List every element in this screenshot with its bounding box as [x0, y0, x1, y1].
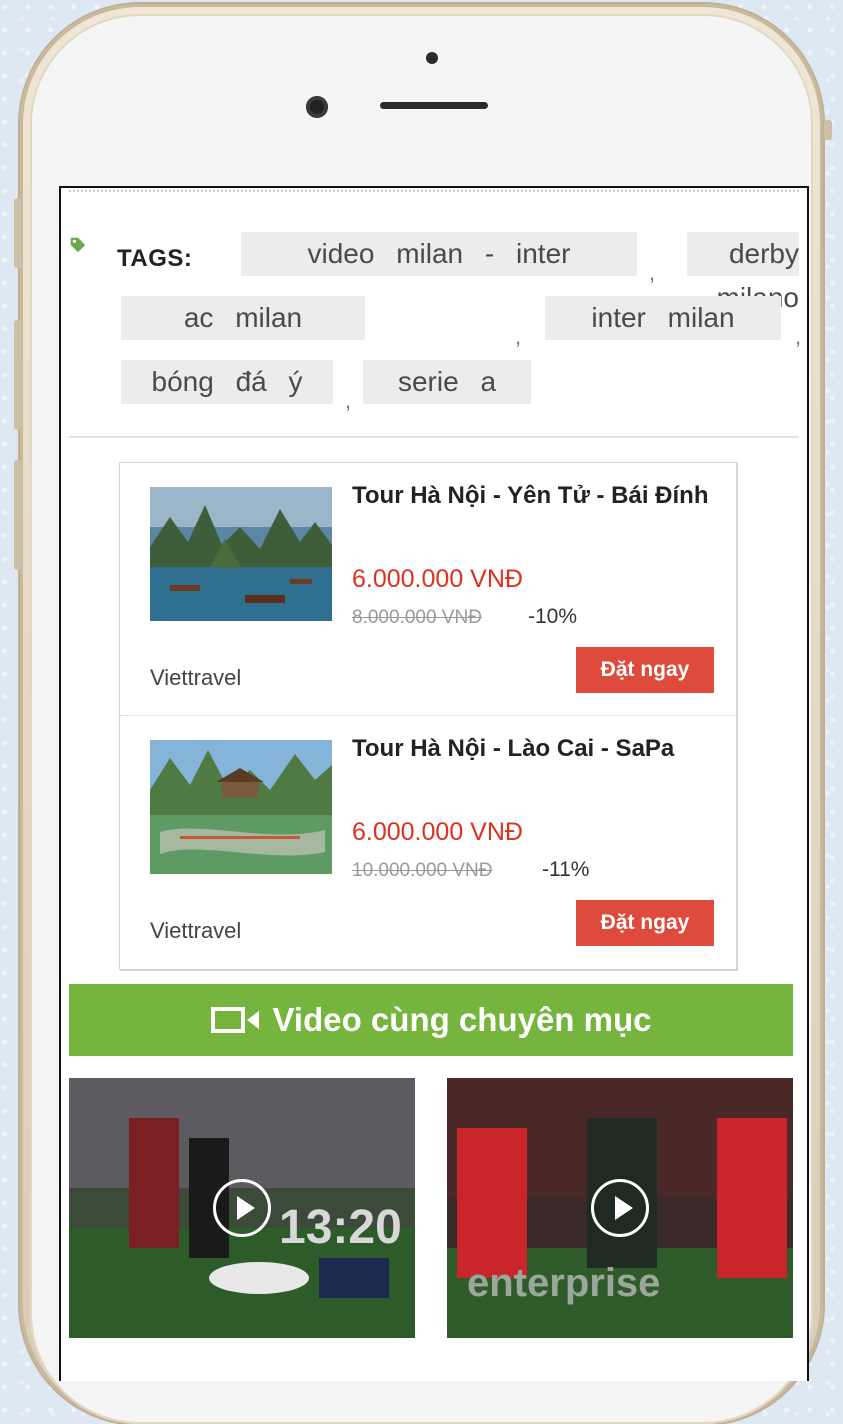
thumbnail-overlay-text: 13:20 [279, 1201, 402, 1254]
tag-link[interactable]: inter milan [545, 296, 781, 340]
video-camera-icon [210, 1007, 259, 1033]
tag-row: bóng đá ý , serie a [69, 356, 793, 413]
sensor-dot [426, 52, 438, 64]
tour-discount: -11% [542, 858, 590, 881]
thumbnail-overlay-text: enterprise [467, 1261, 660, 1305]
tour-image-halong[interactable] [150, 487, 332, 621]
tour-item[interactable]: Tour Hà Nội - Lào Cai - SaPa 6.000.000 V… [120, 715, 736, 968]
video-section-header: Video cùng chuyên mục [69, 984, 793, 1056]
tag-link[interactable]: ac milan [121, 296, 365, 340]
video-thumbnail[interactable]: 13:20 [69, 1078, 415, 1338]
tour-discount: -10% [528, 605, 578, 628]
tag-row: video milan - inter , derby milano [69, 228, 799, 313]
tour-price: 6.000.000 VNĐ [352, 818, 523, 846]
book-now-button[interactable]: Đặt ngay [576, 900, 714, 946]
tour-old-price: 8.000.000 VNĐ [352, 607, 482, 628]
book-now-button[interactable]: Đặt ngay [576, 647, 714, 693]
tag-link[interactable]: bóng đá ý [121, 360, 333, 404]
tour-image-trang-an[interactable] [150, 740, 332, 874]
tour-price: 6.000.000 VNĐ [352, 565, 523, 593]
section-divider [69, 436, 799, 438]
side-button [14, 198, 22, 268]
dotted-divider [69, 190, 799, 192]
tag-row: ac milan , inter milan , [69, 292, 801, 349]
tour-title[interactable]: Tour Hà Nội - Lào Cai - SaPa [352, 732, 722, 766]
tour-old-price: 10.000.000 VNĐ [352, 860, 493, 881]
front-camera [306, 96, 328, 118]
video-thumbnail[interactable]: enterprise [447, 1078, 793, 1338]
video-section-title: Video cùng chuyên mục [272, 1001, 652, 1038]
side-button [14, 320, 22, 430]
earpiece-speaker [380, 102, 488, 109]
tour-list: Tour Hà Nội - Yên Tử - Bái Đính 6.000.00… [119, 462, 737, 970]
side-button [824, 120, 832, 140]
tag-separator: , [345, 388, 352, 413]
play-icon[interactable] [591, 1179, 649, 1237]
tour-item[interactable]: Tour Hà Nội - Yên Tử - Bái Đính 6.000.00… [120, 463, 736, 715]
tag-link[interactable]: derby milano [687, 232, 799, 313]
tour-provider: Viettravel [150, 665, 242, 690]
phone-screen[interactable]: TAGS: video milan - inter , derby milano… [59, 186, 809, 1381]
tour-provider: Viettravel [150, 918, 242, 943]
tour-title[interactable]: Tour Hà Nội - Yên Tử - Bái Đính [352, 479, 722, 513]
tag-link[interactable]: serie a [363, 360, 531, 404]
play-icon[interactable] [213, 1179, 271, 1237]
side-button [14, 460, 22, 570]
tag-separator: , [795, 324, 802, 349]
tag-link[interactable]: video milan - inter [241, 232, 637, 276]
